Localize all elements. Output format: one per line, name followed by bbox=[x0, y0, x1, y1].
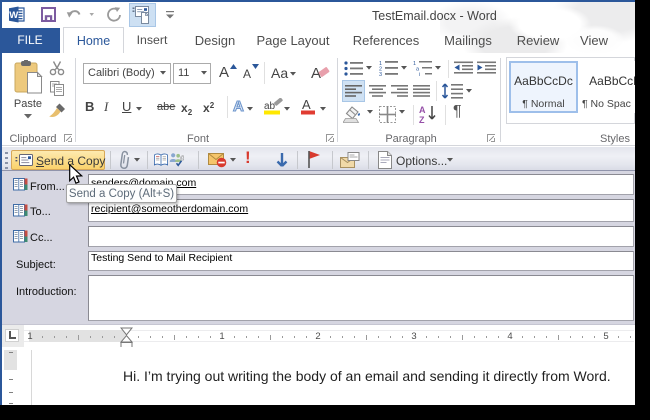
svg-text:W: W bbox=[9, 10, 18, 21]
svg-text:i: i bbox=[419, 72, 420, 76]
svg-text:A: A bbox=[302, 98, 311, 112]
svg-text:ab: ab bbox=[264, 101, 276, 112]
svg-text:A: A bbox=[419, 105, 426, 115]
svg-text:@: @ bbox=[180, 156, 184, 162]
svg-text:3: 3 bbox=[379, 72, 382, 76]
svg-text:Z: Z bbox=[419, 115, 425, 124]
